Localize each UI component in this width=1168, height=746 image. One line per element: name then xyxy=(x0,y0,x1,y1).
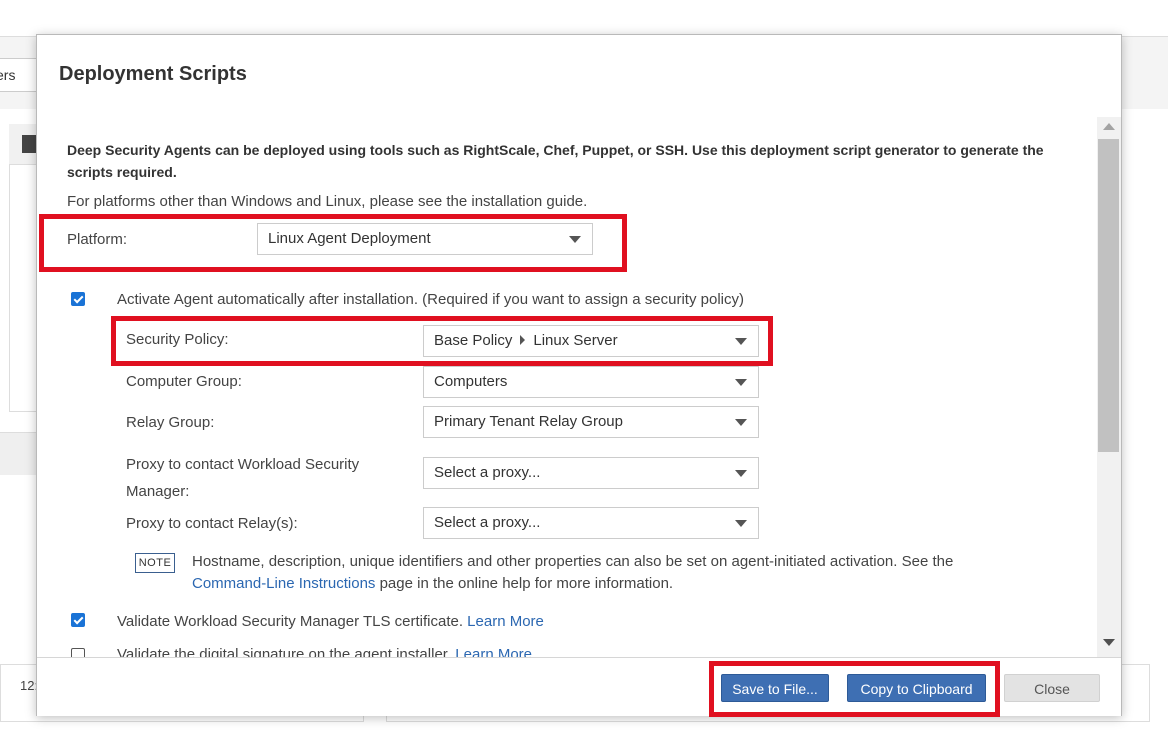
platform-note: For platforms other than Windows and Lin… xyxy=(67,193,588,210)
deployment-scripts-dialog: Deployment Scripts Deep Security Agents … xyxy=(36,34,1122,717)
platform-select[interactable]: Linux Agent Deployment xyxy=(257,223,593,255)
validate-signature-row: Validate the digital signature on the ag… xyxy=(117,646,532,657)
background-tab-label: ers xyxy=(0,67,16,83)
computer-group-value: Computers xyxy=(434,373,508,390)
activate-agent-label: Activate Agent automatically after insta… xyxy=(117,291,744,308)
security-policy-parent: Base Policy xyxy=(434,332,513,349)
breadcrumb-arrow-icon xyxy=(520,335,526,345)
background-tab[interactable]: ers xyxy=(0,58,41,92)
proxy-manager-label-line2: Manager: xyxy=(126,483,190,500)
note-text-before: Hostname, description, unique identifier… xyxy=(192,553,954,570)
copy-to-clipboard-button[interactable]: Copy to Clipboard xyxy=(847,674,986,702)
validate-tls-learn-more-link[interactable]: Learn More xyxy=(467,613,544,630)
security-policy-child: Linux Server xyxy=(533,332,618,349)
proxy-manager-value: Select a proxy... xyxy=(434,464,541,481)
security-policy-label: Security Policy: xyxy=(126,331,229,348)
dialog-title: Deployment Scripts xyxy=(59,63,247,85)
platform-label: Platform: xyxy=(67,231,128,248)
chevron-down-icon xyxy=(735,520,747,527)
validate-signature-label: Validate the digital signature on the ag… xyxy=(117,646,452,657)
security-policy-select[interactable]: Base Policy Linux Server xyxy=(423,325,759,357)
chevron-down-icon xyxy=(735,338,747,345)
proxy-relay-select[interactable]: Select a proxy... xyxy=(423,507,759,539)
background-header xyxy=(0,0,1168,34)
command-line-instructions-link[interactable]: Command-Line Instructions xyxy=(192,575,375,592)
activate-agent-checkbox[interactable] xyxy=(71,292,85,306)
scroll-thumb[interactable] xyxy=(1098,139,1119,452)
proxy-relay-value: Select a proxy... xyxy=(434,514,541,531)
scroll-down-icon[interactable] xyxy=(1103,639,1115,646)
dialog-footer: Save to File... Copy to Clipboard Close xyxy=(37,657,1121,717)
save-to-file-button[interactable]: Save to File... xyxy=(721,674,829,702)
validate-signature-learn-more-link[interactable]: Learn More xyxy=(455,646,532,657)
computer-group-label: Computer Group: xyxy=(126,373,242,390)
chevron-down-icon xyxy=(735,419,747,426)
validate-tls-label: Validate Workload Security Manager TLS c… xyxy=(117,613,463,630)
validate-tls-row: Validate Workload Security Manager TLS c… xyxy=(117,613,544,630)
validate-signature-checkbox[interactable] xyxy=(71,648,85,657)
relay-group-select[interactable]: Primary Tenant Relay Group xyxy=(423,406,759,438)
computer-group-select[interactable]: Computers xyxy=(423,366,759,398)
intro-text: Deep Security Agents can be deployed usi… xyxy=(67,142,1044,180)
note-badge: NOTE xyxy=(135,553,175,573)
close-button[interactable]: Close xyxy=(1004,674,1100,702)
proxy-manager-label: Proxy to contact Workload Security Manag… xyxy=(126,451,359,505)
dialog-scrollbar[interactable] xyxy=(1097,117,1121,657)
chevron-down-icon xyxy=(569,236,581,243)
platform-value: Linux Agent Deployment xyxy=(268,230,431,247)
scroll-up-icon[interactable] xyxy=(1103,123,1115,130)
proxy-manager-label-line1: Proxy to contact Workload Security xyxy=(126,456,360,473)
note-text-after: page in the online help for more informa… xyxy=(379,575,674,592)
validate-tls-checkbox[interactable] xyxy=(71,613,85,627)
note-text: Hostname, description, unique identifier… xyxy=(192,551,1052,595)
proxy-relay-label: Proxy to contact Relay(s): xyxy=(126,515,298,532)
chevron-down-icon xyxy=(735,379,747,386)
dialog-body: Deep Security Agents can be deployed usi… xyxy=(37,117,1097,657)
background-section xyxy=(0,432,40,475)
proxy-manager-select[interactable]: Select a proxy... xyxy=(423,457,759,489)
relay-group-label: Relay Group: xyxy=(126,414,215,431)
relay-group-value: Primary Tenant Relay Group xyxy=(434,413,623,430)
chevron-down-icon xyxy=(735,470,747,477)
